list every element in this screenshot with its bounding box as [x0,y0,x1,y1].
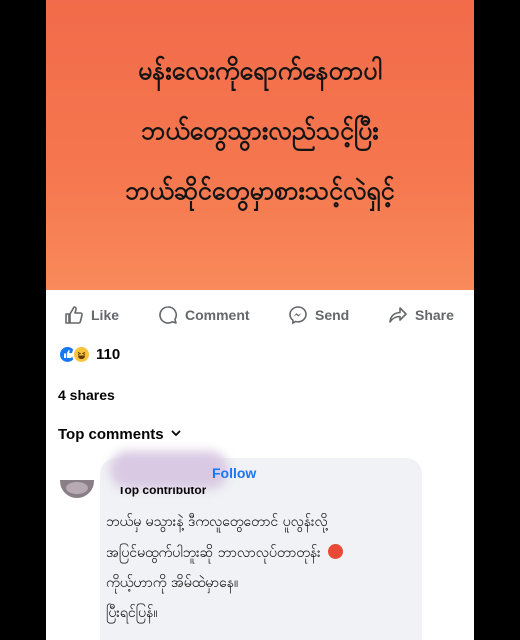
send-label: Send [315,307,350,323]
facebook-post-screen: မန်းလေးကိုရောက်နေတာပါ ဘယ်တွေသွားလည်သင့်ပ… [46,0,474,640]
comment-text-line-2-text: အပြင်မထွက်ပါဘူးဆို ဘာလာလုပ်တာတုန်း [106,545,321,561]
post-action-bar: Like Comment Send Share [46,296,474,334]
comment-text-line-2: အပြင်မထွက်ပါဘူးဆို ဘာလာလုပ်တာတုန်း [106,543,344,564]
comment-text-line-3: ကိုယ့်ဟာကို အိမ်ထဲမှာနေ။ [106,575,239,591]
comment-label: Comment [185,307,250,323]
follow-button[interactable]: Follow [212,465,256,481]
top-contributor-badge: Top contributor [118,487,207,497]
like-label: Like [91,307,120,323]
comment-bubble-icon [158,305,178,325]
comment-text-line-4: ပြီးရင်ပြန်။ [106,605,158,621]
blurred-commenter-name [110,451,228,489]
like-button[interactable]: Like [64,296,119,334]
messenger-icon [288,305,308,325]
top-comments-filter[interactable]: Top comments [58,426,182,443]
haha-icon [72,344,91,364]
chevron-down-icon [170,426,182,443]
share-button[interactable]: Share [388,296,454,334]
send-button[interactable]: Send [288,296,349,334]
reactions-summary[interactable]: 110 [58,343,120,365]
share-label: Share [415,307,454,323]
post-text-line-2: ဘယ်တွေသွားလည်သင့်ပြီး [141,116,379,145]
post-text-image[interactable]: မန်းလေးကိုရောက်နေတာပါ ဘယ်တွေသွားလည်သင့်ပ… [46,0,474,290]
thumbs-up-icon [64,305,84,325]
shares-count[interactable]: 4 shares [58,387,115,403]
post-text-line-1: မန်းလေးကိုရောက်နေတာပါ [138,56,382,85]
share-arrow-icon [388,305,408,325]
reaction-count: 110 [96,345,121,363]
comment-text-line-1: ဘယ်မှ မသွားနဲ့ ဒီကလူတွေတောင် ပူလွန်းလို့ [106,514,328,530]
angry-face-icon [328,544,344,559]
top-comments-label: Top comments [58,426,164,443]
comment-button[interactable]: Comment [158,296,250,334]
commenter-avatar[interactable] [60,480,94,498]
post-text-line-3: ဘယ်ဆိုင်တွေမှာစားသင့်လဲရှင့် [125,176,395,205]
